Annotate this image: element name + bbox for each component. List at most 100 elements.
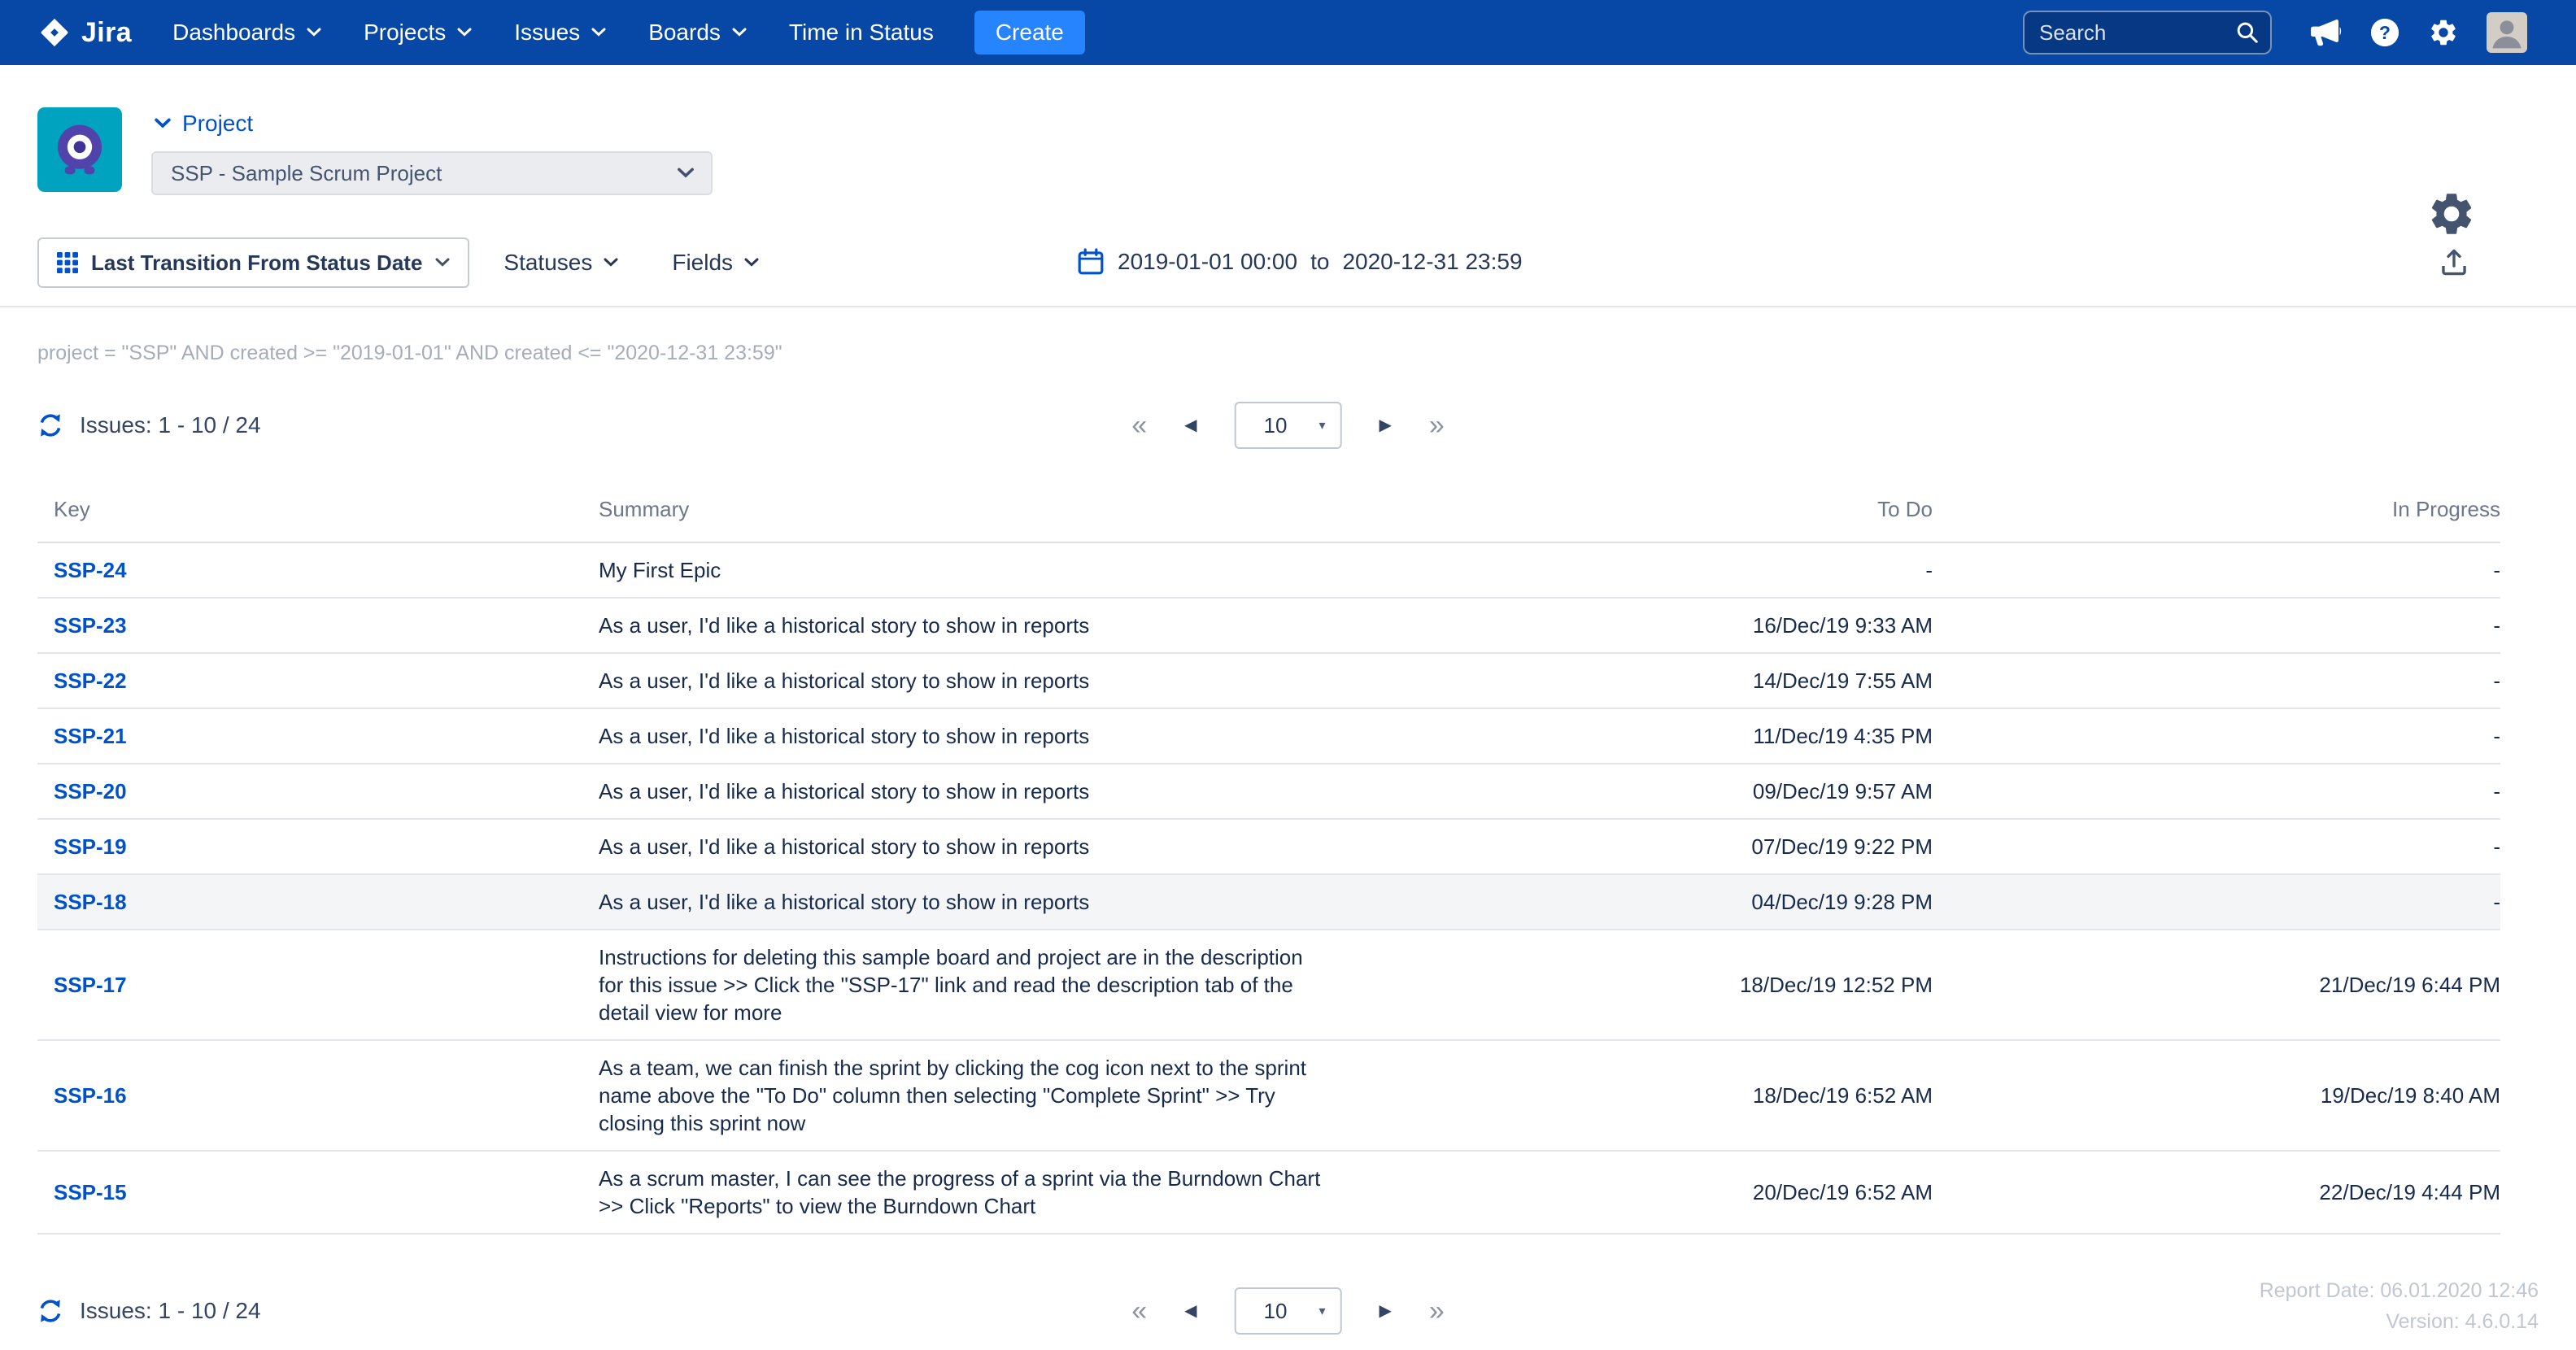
chevron-down-icon (307, 28, 321, 37)
project-section-label: Project (182, 111, 253, 137)
issue-key-link[interactable]: SSP-15 (54, 1180, 127, 1204)
issue-inprogress-date: - (1933, 819, 2500, 874)
jira-logo[interactable]: Jira (37, 15, 132, 50)
nav-item-dashboards[interactable]: Dashboards (151, 0, 342, 65)
issue-summary: As a user, I'd like a historical story t… (582, 708, 1363, 764)
selected-project-name: SSP - Sample Scrum Project (171, 161, 442, 186)
date-range-picker[interactable]: 2019-01-01 00:00 to 2020-12-31 23:59 (1077, 218, 1523, 306)
table-header-row: Key Summary To Do In Progress (37, 481, 2500, 542)
chevron-down-icon (591, 28, 606, 37)
table-row: SSP-20 As a user, I'd like a historical … (37, 764, 2500, 819)
chevron-down-icon (604, 258, 618, 268)
issue-todo-date: 16/Dec/19 9:33 AM (1363, 598, 1933, 653)
first-page-button[interactable]: « (1131, 1297, 1147, 1325)
issues-table: Key Summary To Do In Progress SSP-24 My … (37, 481, 2500, 1235)
caret-down-icon: ▾ (1319, 417, 1325, 433)
project-select[interactable]: SSP - Sample Scrum Project (151, 151, 713, 195)
issue-summary: My First Epic (582, 542, 1363, 598)
jira-logo-icon (37, 15, 72, 50)
table-row: SSP-21 As a user, I'd like a historical … (37, 708, 2500, 764)
issues-table-body: SSP-24 My First Epic - - SSP-23 As a use… (37, 542, 2500, 1234)
gear-icon[interactable] (2428, 17, 2459, 48)
project-avatar[interactable] (37, 107, 122, 192)
issues-bar-bottom: Issues: 1 - 10 / 24 « ◀ 10 ▾ ▶ » Report … (0, 1283, 2576, 1339)
nav-item-boards[interactable]: Boards (627, 0, 768, 65)
issue-key-link[interactable]: SSP-17 (54, 973, 127, 997)
page-size-select[interactable]: 10 ▾ (1235, 402, 1342, 449)
nav-item-time-in-status[interactable]: Time in Status (768, 0, 955, 65)
version-text: Version: 4.6.0.14 (2260, 1306, 2539, 1337)
issue-summary: Instructions for deleting this sample bo… (582, 930, 1363, 1040)
search-icon[interactable] (2236, 21, 2259, 44)
issues-bar-top: Issues: 1 - 10 / 24 « ◀ 10 ▾ ▶ » (0, 398, 2576, 453)
search-input[interactable] (2023, 11, 2272, 54)
table-row: SSP-22 As a user, I'd like a historical … (37, 653, 2500, 708)
chevron-down-icon (435, 258, 450, 268)
issue-todo-date: 07/Dec/19 9:22 PM (1363, 819, 1933, 874)
issue-todo-date: 14/Dec/19 7:55 AM (1363, 653, 1933, 708)
issue-key-link[interactable]: SSP-20 (54, 779, 127, 803)
column-header-key: Key (37, 481, 582, 542)
feedback-megaphone-icon[interactable] (2309, 19, 2342, 46)
issue-key-link[interactable]: SSP-24 (54, 558, 127, 582)
last-page-button[interactable]: » (1429, 1297, 1445, 1325)
help-icon[interactable]: ? (2369, 17, 2400, 48)
nav-item-label: Boards (648, 20, 721, 46)
table-row: SSP-15 As a scrum master, I can see the … (37, 1151, 2500, 1234)
nav-item-issues[interactable]: Issues (493, 0, 627, 65)
issue-summary: As a user, I'd like a historical story t… (582, 764, 1363, 819)
calendar-icon (1077, 248, 1105, 276)
issue-summary: As a team, we can finish the sprint by c… (582, 1040, 1363, 1151)
page-size-value: 10 (1264, 413, 1288, 438)
table-row: SSP-18 As a user, I'd like a historical … (37, 874, 2500, 930)
chevron-down-icon (155, 118, 171, 129)
issue-todo-date: 04/Dec/19 9:28 PM (1363, 874, 1933, 930)
project-header: Project SSP - Sample Scrum Project (0, 65, 2576, 218)
main-menu: Dashboards Projects Issues Boards Time i… (151, 0, 955, 65)
date-to-value: 2020-12-31 23:59 (1342, 249, 1522, 275)
previous-page-button[interactable]: ◀ (1184, 417, 1196, 433)
previous-page-button[interactable]: ◀ (1184, 1303, 1196, 1319)
project-section-toggle[interactable]: Project (155, 111, 713, 137)
pagination-top: « ◀ 10 ▾ ▶ » (1131, 402, 1445, 449)
issues-count-text: Issues: 1 - 10 / 24 (80, 1298, 261, 1324)
nav-item-projects[interactable]: Projects (342, 0, 493, 65)
statuses-dropdown[interactable]: Statuses (503, 250, 618, 276)
nav-item-label: Dashboards (172, 20, 295, 46)
issue-key-link[interactable]: SSP-16 (54, 1083, 127, 1108)
next-page-button[interactable]: ▶ (1380, 1303, 1392, 1319)
fields-label: Fields (672, 250, 733, 276)
issue-todo-date: 18/Dec/19 6:52 AM (1363, 1040, 1933, 1151)
table-row: SSP-23 As a user, I'd like a historical … (37, 598, 2500, 653)
issue-todo-date: 09/Dec/19 9:57 AM (1363, 764, 1933, 819)
project-selector-group: Project SSP - Sample Scrum Project (151, 107, 713, 195)
filter-bar: Last Transition From Status Date Statuse… (0, 218, 2576, 307)
report-meta: Report Date: 06.01.2020 12:46 Version: 4… (2260, 1275, 2539, 1337)
refresh-icon[interactable] (37, 412, 63, 438)
chevron-down-icon (677, 168, 695, 179)
svg-text:?: ? (2379, 22, 2391, 43)
next-page-button[interactable]: ▶ (1380, 417, 1392, 433)
user-avatar[interactable] (2487, 12, 2527, 53)
nav-item-label: Time in Status (789, 20, 934, 46)
last-page-button[interactable]: » (1429, 412, 1445, 439)
issue-inprogress-date: - (1933, 542, 2500, 598)
issue-key-link[interactable]: SSP-19 (54, 834, 127, 859)
issue-key-link[interactable]: SSP-21 (54, 724, 127, 748)
issue-todo-date: 11/Dec/19 4:35 PM (1363, 708, 1933, 764)
issue-key-link[interactable]: SSP-23 (54, 613, 127, 638)
issue-inprogress-date: - (1933, 598, 2500, 653)
issue-key-link[interactable]: SSP-18 (54, 890, 127, 914)
jql-query-text: project = "SSP" AND created >= "2019-01-… (0, 307, 2576, 365)
export-icon[interactable] (2439, 248, 2469, 277)
create-button[interactable]: Create (974, 11, 1085, 54)
refresh-icon[interactable] (37, 1298, 63, 1324)
issue-key-link[interactable]: SSP-22 (54, 668, 127, 693)
report-type-dropdown[interactable]: Last Transition From Status Date (37, 237, 469, 288)
first-page-button[interactable]: « (1131, 412, 1147, 439)
caret-down-icon: ▾ (1319, 1303, 1325, 1319)
page-size-select[interactable]: 10 ▾ (1235, 1287, 1342, 1335)
page-size-value: 10 (1264, 1299, 1288, 1324)
issue-todo-date: 20/Dec/19 6:52 AM (1363, 1151, 1933, 1234)
fields-dropdown[interactable]: Fields (672, 250, 759, 276)
